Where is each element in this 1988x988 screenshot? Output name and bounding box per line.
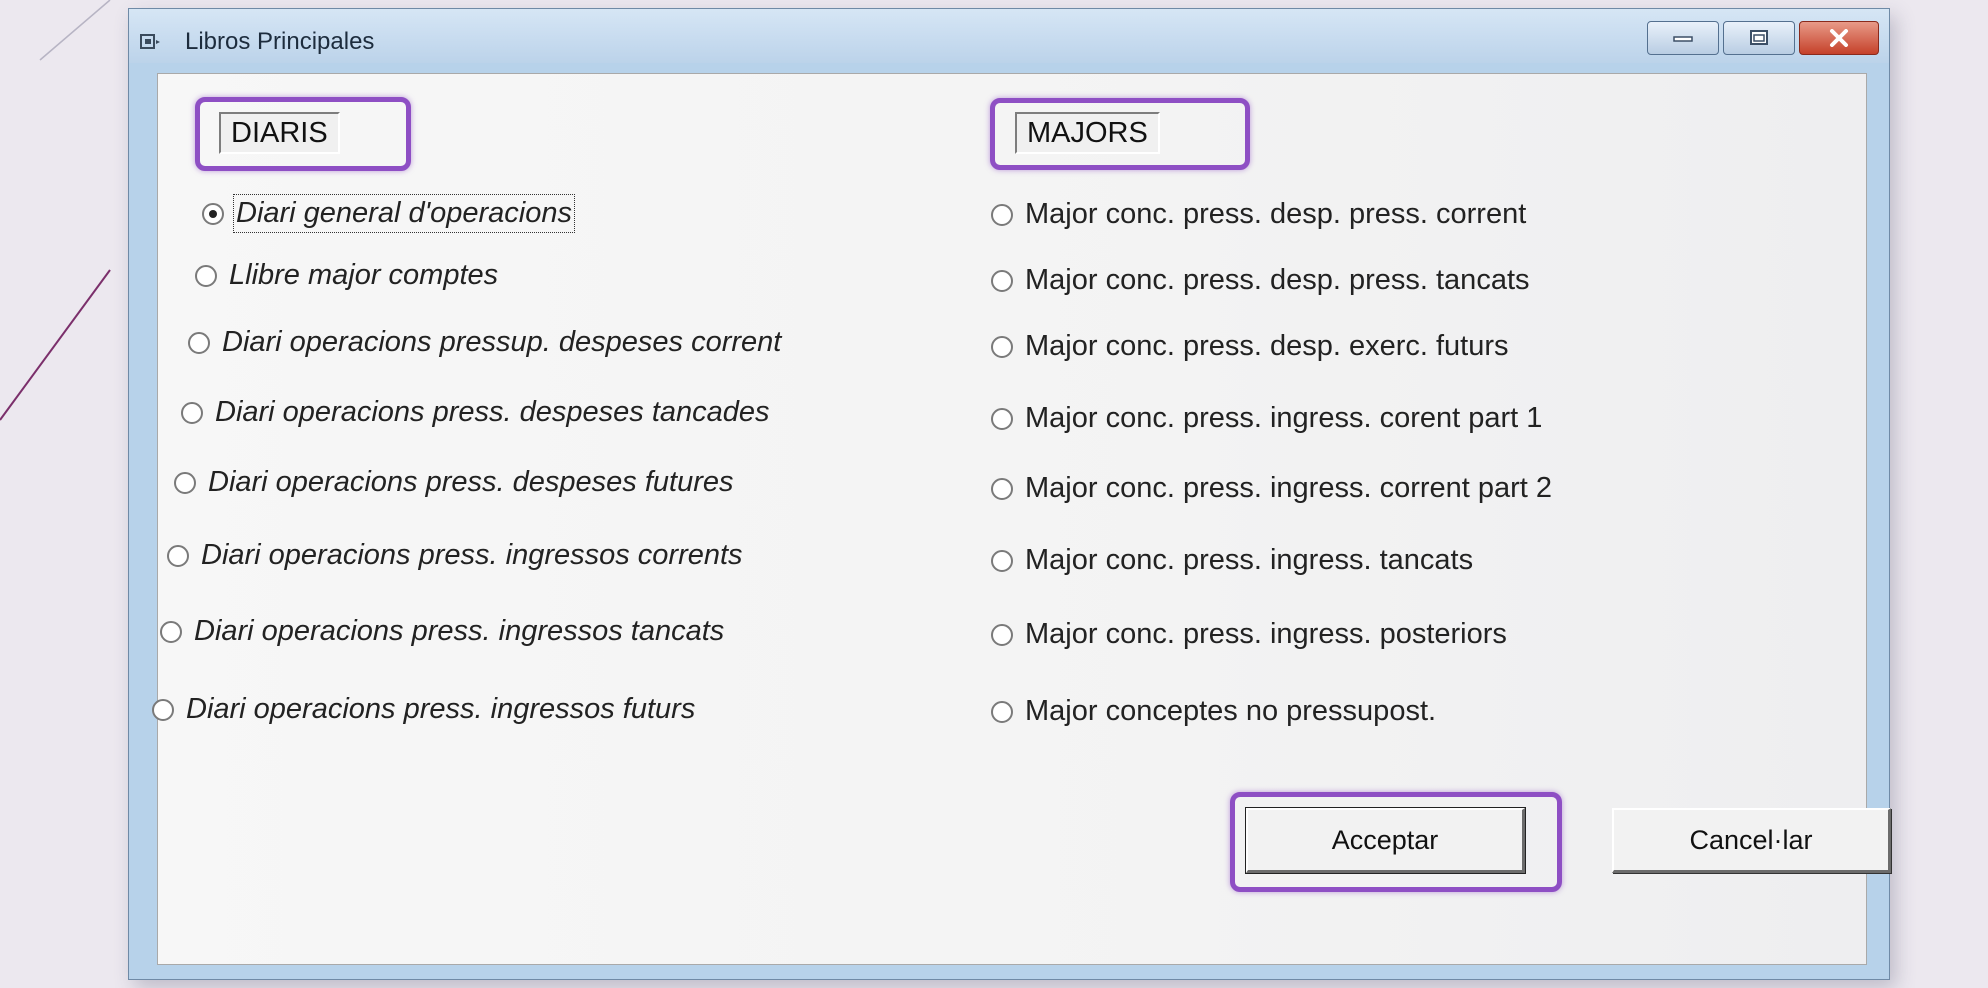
radio-button[interactable] bbox=[181, 401, 203, 424]
radio-label: Diari operacions press. despeses futures bbox=[208, 466, 734, 498]
radio-label: Llibre major comptes bbox=[229, 259, 499, 291]
radio-button[interactable] bbox=[188, 331, 210, 354]
radio-button[interactable] bbox=[174, 471, 196, 494]
radio-label: Major conc. press. ingress. corent part … bbox=[1025, 402, 1543, 434]
title-bar[interactable]: Libros Principales bbox=[129, 9, 1889, 63]
diaris-option-7[interactable]: Diari operacions press. ingressos futurs bbox=[152, 693, 695, 726]
radio-button[interactable] bbox=[991, 203, 1013, 226]
radio-button[interactable] bbox=[152, 698, 174, 721]
radio-button[interactable] bbox=[195, 264, 217, 287]
close-button[interactable] bbox=[1799, 21, 1879, 55]
radio-button[interactable] bbox=[991, 335, 1013, 358]
accept-button[interactable]: Acceptar bbox=[1245, 807, 1526, 874]
majors-option-1[interactable]: Major conc. press. desp. press. tancats bbox=[991, 264, 1530, 297]
minimize-icon bbox=[1673, 36, 1693, 42]
diaris-option-1[interactable]: Llibre major comptes bbox=[195, 259, 498, 292]
diaris-label: DIARIS bbox=[219, 112, 340, 154]
window-title: Libros Principales bbox=[185, 28, 375, 55]
radio-label: Diari operacions pressup. despeses corre… bbox=[222, 326, 782, 358]
maximize-button[interactable] bbox=[1723, 21, 1795, 55]
minimize-button[interactable] bbox=[1647, 21, 1719, 55]
radio-label: Major conceptes no pressupost. bbox=[1025, 695, 1437, 727]
radio-button[interactable] bbox=[991, 407, 1013, 430]
radio-label: Major conc. press. desp. exerc. futurs bbox=[1025, 330, 1509, 362]
radio-button[interactable] bbox=[991, 700, 1013, 723]
radio-button[interactable] bbox=[167, 544, 189, 567]
majors-option-2[interactable]: Major conc. press. desp. exerc. futurs bbox=[991, 330, 1509, 363]
window-controls bbox=[1647, 21, 1879, 55]
radio-label: Major conc. press. desp. press. corrent bbox=[1025, 198, 1527, 230]
radio-label: Major conc. press. ingress. corrent part… bbox=[1025, 472, 1553, 504]
close-icon bbox=[1830, 29, 1848, 47]
cancel-button-label: Cancel·lar bbox=[1689, 824, 1813, 855]
cancel-button[interactable]: Cancel·lar bbox=[1612, 808, 1891, 873]
majors-label: MAJORS bbox=[1015, 112, 1160, 154]
majors-option-6[interactable]: Major conc. press. ingress. posteriors bbox=[991, 618, 1507, 651]
majors-option-7[interactable]: Major conceptes no pressupost. bbox=[991, 695, 1436, 728]
diaris-option-3[interactable]: Diari operacions press. despeses tancade… bbox=[181, 396, 770, 429]
diaris-option-5[interactable]: Diari operacions press. ingressos corren… bbox=[167, 539, 743, 572]
radio-button[interactable] bbox=[991, 623, 1013, 646]
radio-button[interactable] bbox=[991, 477, 1013, 500]
majors-option-3[interactable]: Major conc. press. ingress. corent part … bbox=[991, 402, 1542, 435]
diaris-option-2[interactable]: Diari operacions pressup. despeses corre… bbox=[188, 326, 781, 359]
majors-option-4[interactable]: Major conc. press. ingress. corrent part… bbox=[991, 472, 1552, 505]
radio-label: Major conc. press. ingress. tancats bbox=[1025, 544, 1474, 576]
radio-label: Diari operacions press. ingressos futurs bbox=[186, 693, 696, 725]
diaris-option-6[interactable]: Diari operacions press. ingressos tancat… bbox=[160, 615, 724, 648]
dialog-body: DIARIS MAJORS Acceptar Cancel·lar Diari … bbox=[152, 73, 1891, 965]
radio-label: Major conc. press. ingress. posteriors bbox=[1025, 618, 1507, 650]
radio-button[interactable] bbox=[160, 620, 182, 643]
app-icon bbox=[140, 34, 160, 49]
maximize-icon bbox=[1750, 30, 1768, 45]
radio-label: Major conc. press. desp. press. tancats bbox=[1025, 264, 1530, 296]
diaris-option-0[interactable]: Diari general d'operacions bbox=[202, 194, 576, 233]
radio-label: Diari operacions press. ingressos tancat… bbox=[194, 615, 725, 647]
radio-label: Diari operacions press. despeses tancade… bbox=[215, 396, 770, 428]
radio-label: Diari operacions press. ingressos corren… bbox=[201, 539, 743, 571]
majors-option-0[interactable]: Major conc. press. desp. press. corrent bbox=[991, 198, 1526, 231]
accept-button-label: Acceptar bbox=[1331, 824, 1439, 855]
radio-button[interactable] bbox=[991, 269, 1013, 292]
dialog-window: Libros Principales DIARIS MAJORS Accepta… bbox=[128, 8, 1891, 980]
radio-label: Diari general d'operacions bbox=[232, 194, 576, 233]
radio-button[interactable] bbox=[991, 549, 1013, 572]
radio-button[interactable] bbox=[202, 202, 224, 225]
diaris-option-4[interactable]: Diari operacions press. despeses futures bbox=[174, 466, 733, 499]
majors-option-5[interactable]: Major conc. press. ingress. tancats bbox=[991, 544, 1473, 577]
